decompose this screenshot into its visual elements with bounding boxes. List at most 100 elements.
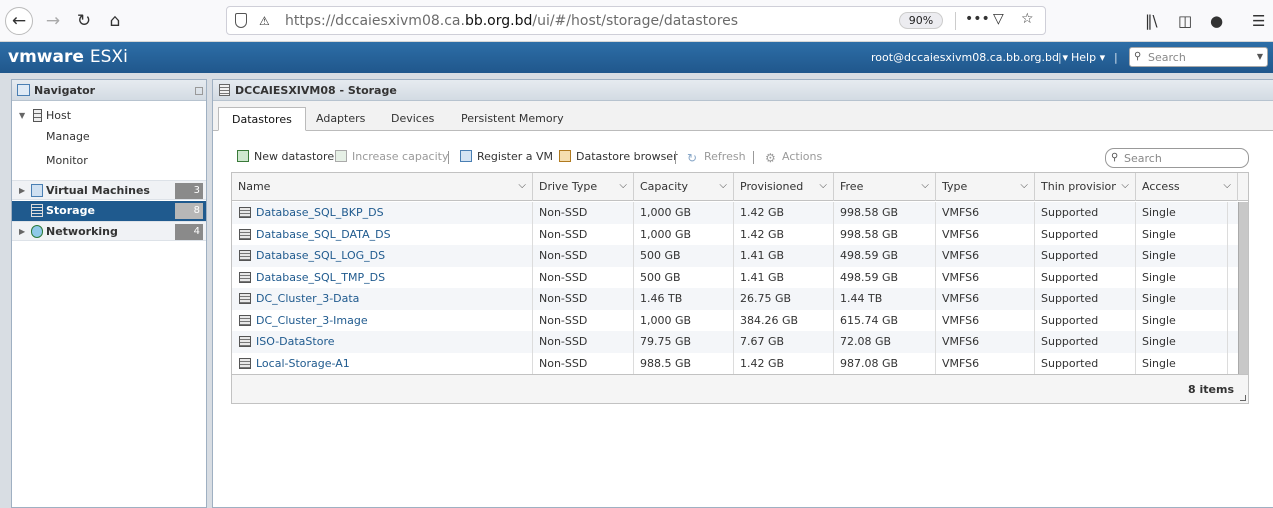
more-icon[interactable]: ••• bbox=[965, 11, 990, 27]
nav-item-manage[interactable]: Manage bbox=[12, 127, 206, 147]
column-header-thin-provisioning[interactable]: Thin provision... ⌵ bbox=[1035, 173, 1136, 201]
table-row[interactable]: DC_Cluster_3-Data Non-SSD 1.46 TB 26.75 GB 1… bbox=[232, 288, 1238, 310]
vertical-scrollbar[interactable] bbox=[1238, 202, 1248, 374]
collapse-icon[interactable] bbox=[195, 87, 203, 95]
button-label: Actions bbox=[782, 150, 823, 163]
pocket-icon[interactable]: ▽ bbox=[993, 11, 1004, 27]
column-header-capacity[interactable]: Capacity ⌵ bbox=[634, 173, 734, 201]
chevron-down-icon[interactable]: ⌵ bbox=[719, 180, 727, 191]
table-row[interactable]: Database_SQL_TMP_DS Non-SSD 500 GB 1.41 GB 4… bbox=[232, 266, 1238, 288]
expand-triangle-icon[interactable]: ▼ bbox=[19, 111, 25, 120]
library-icon[interactable]: ‖\ bbox=[1145, 12, 1158, 30]
cell-name[interactable]: ISO-DataStore bbox=[232, 331, 533, 353]
expand-triangle-icon[interactable]: ▶ bbox=[19, 227, 25, 236]
column-header-name[interactable]: Name ⌵ bbox=[232, 173, 533, 201]
cell-name[interactable]: DC_Cluster_3-Image bbox=[232, 309, 533, 331]
chevron-down-icon[interactable]: ⌵ bbox=[819, 180, 827, 191]
resize-grip-icon[interactable] bbox=[1240, 395, 1246, 401]
zoom-level[interactable]: 90% bbox=[899, 12, 943, 29]
tab-adapters[interactable]: Adapters bbox=[303, 107, 378, 131]
cell-name[interactable]: Database_SQL_DATA_DS bbox=[232, 223, 533, 245]
reload-icon[interactable]: ↻ bbox=[70, 7, 98, 35]
back-arrow-icon[interactable]: ← bbox=[5, 7, 33, 35]
chevron-down-icon[interactable]: ⌵ bbox=[1121, 180, 1129, 191]
datastore-name-link[interactable]: Database_SQL_DATA_DS bbox=[256, 228, 391, 241]
cell-value: Single bbox=[1142, 313, 1176, 327]
url-text[interactable]: https://dccaiesxivm08.ca.bb.org.bd/ui/#/… bbox=[285, 13, 738, 29]
account-icon[interactable]: ● bbox=[1210, 12, 1223, 30]
increase-capacity-button[interactable]: Increase capacity bbox=[335, 150, 449, 166]
table-row[interactable]: Database_SQL_DATA_DS Non-SSD 1,000 GB 1.42 … bbox=[232, 223, 1238, 245]
table-row[interactable]: Database_SQL_BKP_DS Non-SSD 1,000 GB 1.42 G… bbox=[232, 202, 1238, 224]
datastore-browser-button[interactable]: Datastore browser bbox=[559, 150, 678, 166]
cell-name[interactable]: Local-Storage-A1 bbox=[232, 352, 533, 374]
nav-item-monitor[interactable]: Monitor bbox=[12, 151, 206, 171]
column-header-free[interactable]: Free ⌵ bbox=[834, 173, 936, 201]
home-icon[interactable]: ⌂ bbox=[101, 7, 129, 35]
navigator-header: Navigator bbox=[12, 80, 206, 101]
bookmark-star-icon[interactable]: ☆ bbox=[1021, 11, 1034, 27]
register-vm-button[interactable]: Register a VM bbox=[460, 150, 553, 166]
datastore-name-link[interactable]: Database_SQL_TMP_DS bbox=[256, 271, 385, 284]
datastore-search[interactable]: ⚲ bbox=[1105, 148, 1249, 168]
cell-drive-type: Non-SSD bbox=[533, 288, 634, 310]
table-row[interactable]: Local-Storage-A1 Non-SSD 988.5 GB 1.42 GB 98… bbox=[232, 352, 1238, 374]
chevron-down-icon[interactable]: ⌵ bbox=[1020, 180, 1028, 191]
table-row[interactable]: Database_SQL_LOG_DS Non-SSD 500 GB 1.41 GB 4… bbox=[232, 245, 1238, 267]
cell-value: 500 GB bbox=[640, 270, 681, 284]
table-row[interactable]: DC_Cluster_3-Image Non-SSD 1,000 GB 384.26 … bbox=[232, 309, 1238, 331]
datastore-name-link[interactable]: Local-Storage-A1 bbox=[256, 357, 350, 370]
table-footer: 8 items bbox=[232, 374, 1248, 403]
cell-value: 998.58 GB bbox=[840, 227, 899, 241]
datastore-icon bbox=[239, 250, 251, 261]
cell-name[interactable]: Database_SQL_LOG_DS bbox=[232, 245, 533, 267]
header-search[interactable]: ⚲ ▼ bbox=[1129, 47, 1268, 67]
chevron-down-icon[interactable]: ⌵ bbox=[619, 180, 627, 191]
chevron-down-icon[interactable]: ▼ bbox=[1257, 52, 1263, 61]
nav-item-networking[interactable]: ▶ Networking 4 bbox=[12, 221, 206, 241]
lock-warning-icon[interactable]: ⚠ bbox=[259, 14, 273, 28]
header-search-input[interactable] bbox=[1148, 49, 1258, 65]
chevron-down-icon[interactable]: ⌵ bbox=[921, 180, 929, 191]
chevron-down-icon[interactable]: ⌵ bbox=[1223, 180, 1231, 191]
column-header-drive-type[interactable]: Drive Type ⌵ bbox=[533, 173, 634, 201]
datastore-name-link[interactable]: Database_SQL_BKP_DS bbox=[256, 206, 384, 219]
datastore-search-input[interactable] bbox=[1124, 151, 1239, 165]
cell-value: Supported bbox=[1041, 292, 1099, 305]
column-header-type[interactable]: Type ⌵ bbox=[936, 173, 1035, 201]
table-row[interactable]: ISO-DataStore Non-SSD 79.75 GB 7.67 GB 72.08… bbox=[232, 331, 1238, 353]
chevron-down-icon[interactable]: ⌵ bbox=[518, 180, 526, 191]
tab-devices[interactable]: Devices bbox=[378, 107, 447, 131]
url-bar[interactable]: ⚠ https://dccaiesxivm08.ca.bb.org.bd/ui/… bbox=[226, 6, 1046, 35]
cell-access: Single bbox=[1136, 223, 1228, 245]
menu-icon[interactable]: ☰ bbox=[1252, 12, 1265, 30]
tab-persistent-memory[interactable]: Persistent Memory bbox=[448, 107, 577, 131]
actions-button[interactable]: ⚙ Actions bbox=[765, 150, 822, 166]
datastore-name-link[interactable]: Database_SQL_LOG_DS bbox=[256, 249, 385, 262]
user-menu[interactable]: root@dccaiesxivm08.ca.bb.org.bd ▾ bbox=[871, 51, 1068, 64]
datastore-name-link[interactable]: ISO-DataStore bbox=[256, 335, 335, 348]
expand-triangle-icon[interactable]: ▶ bbox=[19, 186, 25, 195]
forward-arrow-icon[interactable]: → bbox=[39, 7, 67, 35]
storage-icon bbox=[219, 84, 230, 96]
cell-name[interactable]: Database_SQL_BKP_DS bbox=[232, 202, 533, 224]
new-datastore-button[interactable]: New datastore bbox=[237, 150, 334, 166]
help-menu[interactable]: Help ▾ bbox=[1071, 51, 1105, 64]
nav-item-host[interactable]: ▼ Host bbox=[12, 106, 206, 126]
cell-name[interactable]: DC_Cluster_3-Data bbox=[232, 288, 533, 310]
nav-item-storage[interactable]: Storage 8 bbox=[12, 201, 206, 221]
nav-label: Host bbox=[46, 109, 72, 122]
sidebar-icon[interactable]: ◫ bbox=[1178, 12, 1192, 30]
shield-icon[interactable] bbox=[235, 13, 247, 28]
cell-name[interactable]: Database_SQL_TMP_DS bbox=[232, 266, 533, 288]
refresh-button[interactable]: ↻ Refresh bbox=[687, 150, 746, 166]
cell-value: 987.08 GB bbox=[840, 356, 899, 370]
cell-thin-provisioning: Supported bbox=[1035, 309, 1136, 331]
cell-free: 1.44 TB bbox=[834, 288, 936, 310]
nav-item-virtual-machines[interactable]: ▶ Virtual Machines 3 bbox=[12, 180, 206, 200]
column-header-provisioned[interactable]: Provisioned ⌵ bbox=[734, 173, 834, 201]
datastore-name-link[interactable]: DC_Cluster_3-Data bbox=[256, 292, 359, 305]
column-header-access[interactable]: Access ⌵ bbox=[1136, 173, 1238, 201]
datastore-name-link[interactable]: DC_Cluster_3-Image bbox=[256, 314, 368, 327]
tab-datastores[interactable]: Datastores bbox=[218, 107, 306, 131]
